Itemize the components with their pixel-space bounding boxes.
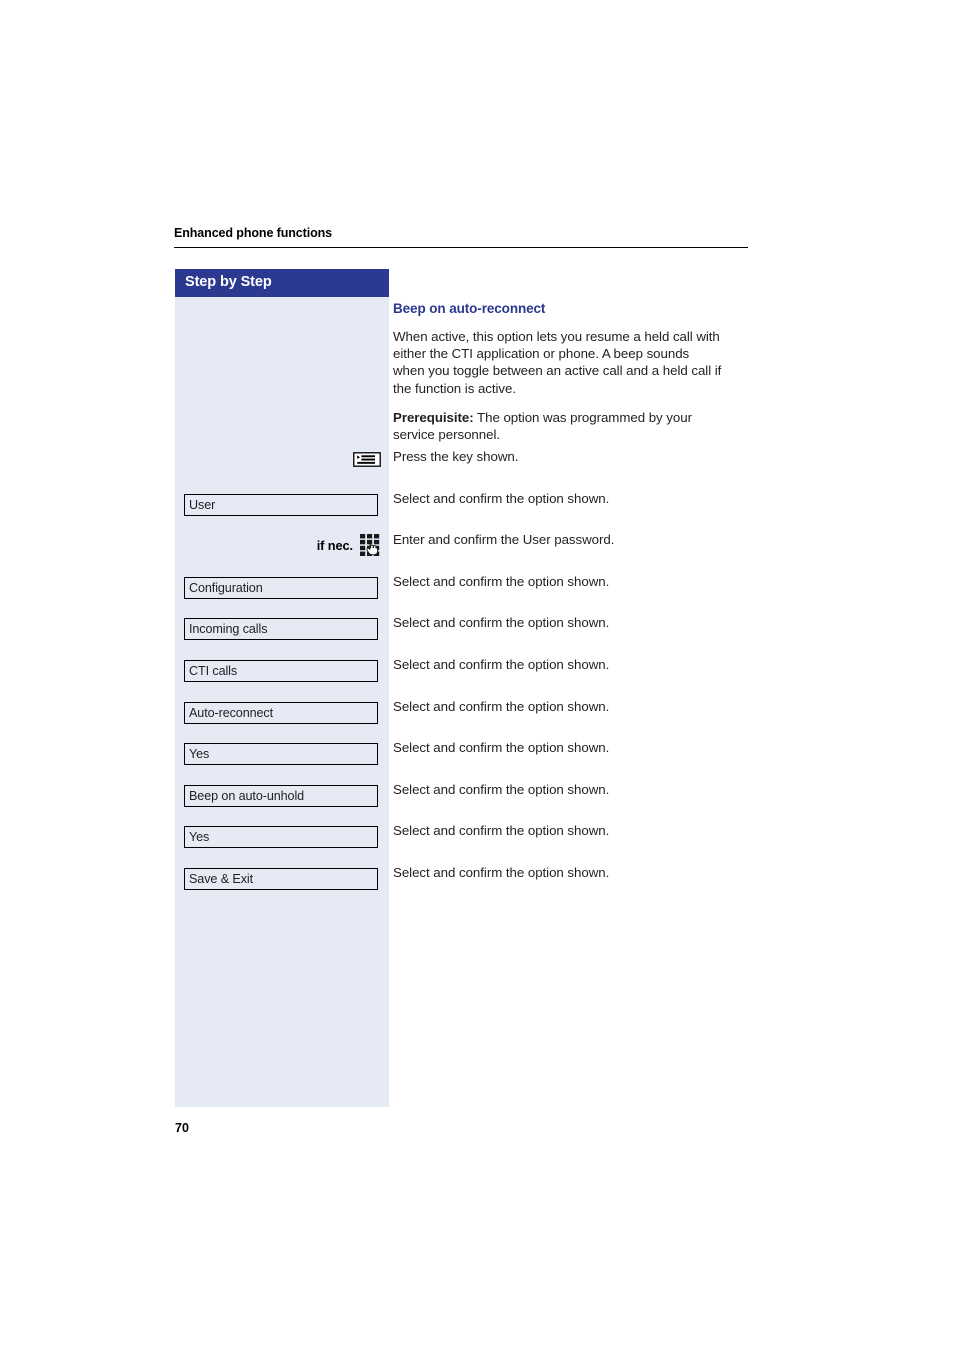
menu-option-box[interactable]: Configuration — [184, 576, 378, 599]
step-instruction: Select and confirm the option shown. — [393, 573, 610, 589]
step-row-left: User — [175, 490, 389, 532]
step-row: Yes Select and confirm the option shown. — [175, 739, 735, 781]
step-instruction: Select and confirm the option shown. — [393, 823, 610, 839]
menu-option-label: Auto-reconnect — [189, 705, 274, 720]
page-number: 70 — [175, 1121, 189, 1135]
step-instruction: Select and confirm the option shown. — [393, 781, 610, 797]
menu-option-box[interactable]: Save & Exit — [184, 867, 378, 890]
step-row-left: Configuration — [175, 573, 389, 615]
step-row: User Select and confirm the option shown… — [175, 490, 735, 532]
step-row-left: if nec. — [175, 531, 389, 573]
menu-option-box[interactable]: Yes — [184, 826, 378, 849]
step-row: Yes Select and confirm the option shown. — [175, 822, 735, 864]
section-heading: Beep on auto-reconnect — [393, 301, 546, 316]
keypad-icon — [360, 534, 380, 557]
description-paragraph: When active, this option lets you resume… — [393, 329, 722, 396]
step-row-left: CTI calls — [175, 656, 389, 698]
step-row-left: Incoming calls — [175, 614, 389, 656]
menu-key-icon — [353, 452, 381, 467]
step-row-left: Yes — [175, 822, 389, 864]
step-row-left: Auto-reconnect — [175, 698, 389, 740]
menu-option-box[interactable]: Beep on auto-unhold — [184, 784, 378, 807]
menu-option-label: Incoming calls — [189, 622, 268, 637]
menu-option-label: User — [189, 497, 216, 512]
step-by-step-title-label: Step by Step — [185, 274, 272, 290]
step-by-step-title-bar: Step by Step — [175, 269, 389, 297]
prerequisite-paragraph: Prerequisite: The option was programmed … — [393, 409, 723, 443]
menu-option-box[interactable]: Yes — [184, 743, 378, 766]
if-necessary-label: if nec. — [316, 538, 353, 554]
menu-option-label: Configuration — [189, 580, 263, 595]
step-row-left — [175, 448, 389, 490]
step-row: CTI calls Select and confirm the option … — [175, 656, 735, 698]
step-instruction: Select and confirm the option shown. — [393, 656, 610, 672]
step-row-left: Beep on auto-unhold — [175, 781, 389, 823]
menu-option-label: Yes — [189, 830, 210, 845]
step-row: Beep on auto-unhold Select and confirm t… — [175, 781, 735, 823]
menu-option-label: Yes — [189, 747, 210, 762]
step-row: Configuration Select and confirm the opt… — [175, 573, 735, 615]
running-header: Enhanced phone functions — [174, 226, 748, 248]
menu-option-box[interactable]: Auto-reconnect — [184, 701, 378, 724]
menu-option-label: Beep on auto-unhold — [189, 788, 305, 803]
menu-option-box[interactable]: User — [184, 493, 378, 516]
step-instruction: Select and confirm the option shown. — [393, 740, 610, 756]
step-row: Save & Exit Select and confirm the optio… — [175, 864, 735, 906]
menu-option-box[interactable]: Incoming calls — [184, 618, 378, 641]
step-row: Press the key shown. — [175, 448, 735, 490]
step-instruction: Select and confirm the option shown. — [393, 698, 610, 714]
prerequisite-label: Prerequisite: — [393, 409, 474, 425]
menu-option-label: CTI calls — [189, 663, 238, 678]
step-row-left: Save & Exit — [175, 864, 389, 906]
header-rule — [174, 247, 748, 248]
step-row: if nec. Enter and confirm the User passw… — [175, 531, 735, 573]
step-row: Incoming calls Select and confirm the op… — [175, 614, 735, 656]
step-instruction: Press the key shown. — [393, 449, 519, 464]
document-page: Enhanced phone functions Step by Step Be… — [0, 0, 954, 1351]
running-header-title: Enhanced phone functions — [174, 226, 333, 240]
content-column: Beep on auto-reconnect When active, this… — [393, 300, 723, 455]
menu-option-label: Save & Exit — [189, 871, 253, 886]
step-row: Auto-reconnect Select and confirm the op… — [175, 698, 735, 740]
step-instruction: Enter and confirm the User password. — [393, 532, 615, 548]
step-instruction: Select and confirm the option shown. — [393, 615, 610, 631]
menu-option-box[interactable]: CTI calls — [184, 659, 378, 682]
step-rows: Press the key shown. User Select and con… — [175, 448, 735, 906]
step-row-left: Yes — [175, 739, 389, 781]
step-instruction: Select and confirm the option shown. — [393, 864, 610, 880]
step-instruction: Select and confirm the option shown. — [393, 490, 610, 506]
